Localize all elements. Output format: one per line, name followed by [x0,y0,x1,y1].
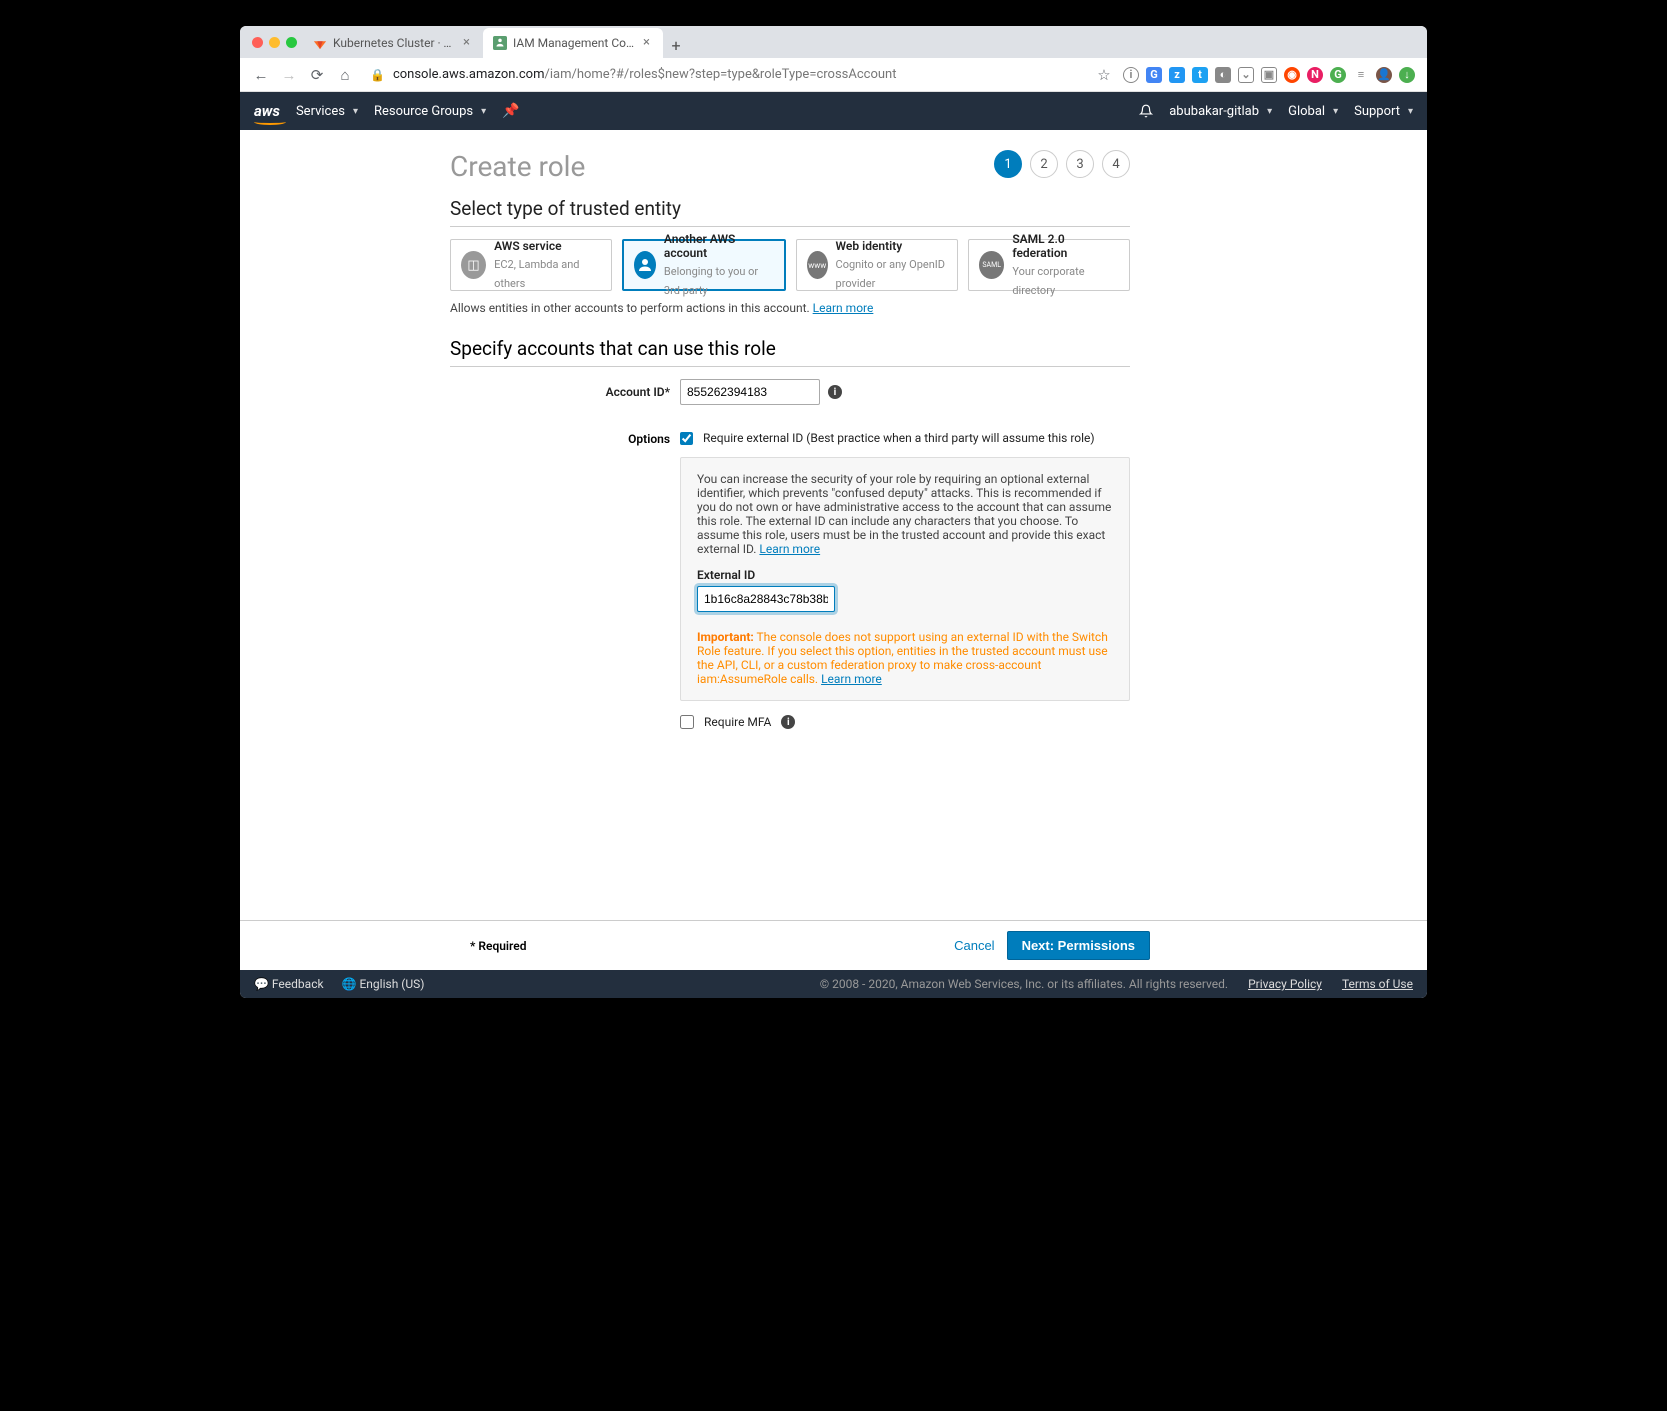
account-id-input[interactable] [680,379,820,405]
aws-top-nav: aws Services Resource Groups 📌 abubakar-… [240,92,1427,130]
new-tab-button[interactable]: + [663,32,689,58]
home-button[interactable]: ⌂ [336,66,354,84]
gitlab-icon [313,36,327,50]
external-id-label: External ID [697,568,1113,582]
entity-another-account[interactable]: Another AWS account Belonging to you or … [622,239,786,291]
language-menu[interactable]: 🌐 English (US) [342,977,425,991]
support-menu[interactable]: Support [1354,104,1413,119]
cancel-button[interactable]: Cancel [954,938,994,953]
feedback-link[interactable]: 💬 Feedback [254,977,324,991]
browser-toolbar: ← → ⟳ ⌂ 🔒 console.aws.amazon.com/iam/hom… [240,58,1427,92]
step-3[interactable]: 3 [1066,150,1094,178]
aws-footer: 💬 Feedback 🌐 English (US) © 2008 - 2020,… [240,970,1427,998]
external-id-checkbox[interactable] [680,432,693,445]
ext-icon[interactable]: G [1146,67,1162,83]
star-icon[interactable]: ☆ [1095,66,1113,84]
notifications-icon[interactable] [1139,104,1153,118]
learn-more-link[interactable]: Learn more [813,301,874,315]
mfa-checkbox[interactable] [680,715,694,729]
section-title-entity: Select type of trusted entity [450,197,1130,220]
pocket-ext-icon[interactable]: ⌄ [1238,67,1254,83]
learn-more-link[interactable]: Learn more [759,542,820,556]
forward-button[interactable]: → [280,66,298,84]
entity-title: Web identity [836,239,947,253]
entity-saml[interactable]: SAML SAML 2.0 federation Your corporate … [968,239,1130,291]
aws-logo[interactable]: aws [254,102,280,120]
iam-icon [493,36,507,50]
entity-title: SAML 2.0 federation [1012,232,1119,260]
entity-title: AWS service [494,239,601,253]
ext-icon[interactable]: ◐ [1215,67,1231,83]
account-id-label: Account ID* [450,385,680,399]
browser-tabbar: Kubernetes Cluster · TE Demos × IAM Mana… [240,26,1427,58]
required-note: * Required [470,939,526,953]
cube-icon: ◫ [461,251,486,279]
entity-subtitle: Belonging to you or 3rd party [664,265,758,297]
step-4[interactable]: 4 [1102,150,1130,178]
important-notice: Important: The console does not support … [697,630,1113,686]
options-label: Options [450,431,680,446]
step-1[interactable]: 1 [994,150,1022,178]
ext-icon[interactable]: ↓ [1399,67,1415,83]
privacy-link[interactable]: Privacy Policy [1248,977,1322,991]
tab-title: IAM Management Console [513,36,637,50]
browser-tab-gitlab[interactable]: Kubernetes Cluster · TE Demos × [303,28,483,58]
mfa-option[interactable]: Require MFA i [680,715,1130,729]
section-title-accounts: Specify accounts that can use this role [450,337,1130,360]
address-bar[interactable]: 🔒 console.aws.amazon.com/iam/home?#/role… [364,67,1085,82]
services-menu[interactable]: Services [296,104,358,119]
back-button[interactable]: ← [252,66,270,84]
avatar-icon[interactable]: 👤 [1376,67,1392,83]
user-icon [634,251,656,279]
next-button[interactable]: Next: Permissions [1007,931,1150,960]
account-menu[interactable]: abubakar-gitlab [1169,104,1272,119]
ext-icon[interactable]: z [1169,67,1185,83]
tab-title: Kubernetes Cluster · TE Demos [333,36,457,50]
close-icon[interactable]: × [643,38,653,48]
ext-icon[interactable]: ▣ [1261,67,1277,83]
browser-tab-iam[interactable]: IAM Management Console × [483,28,663,58]
wizard-steps: 1 2 3 4 [994,150,1130,178]
ext-icon[interactable]: N [1307,67,1323,83]
entity-subtitle: EC2, Lambda and others [494,258,579,290]
external-id-input[interactable] [697,586,835,612]
entity-subtitle: Your corporate directory [1012,265,1084,297]
extension-icons: i G z t ◐ ⌄ ▣ ◉ N G ≡ 👤 ↓ [1123,67,1415,83]
info-icon[interactable]: i [828,385,842,399]
copyright: © 2008 - 2020, Amazon Web Services, Inc.… [820,977,1228,991]
window-close[interactable] [252,37,263,48]
page-title: Create role [450,150,585,183]
terms-link[interactable]: Terms of Use [1342,977,1413,991]
ext-icon[interactable]: G [1330,67,1346,83]
pin-icon[interactable]: 📌 [502,103,519,119]
entity-aws-service[interactable]: ◫ AWS service EC2, Lambda and others [450,239,612,291]
entity-hint: Allows entities in other accounts to per… [450,301,1130,315]
entity-subtitle: Cognito or any OpenID provider [836,258,945,290]
twitter-ext-icon[interactable]: t [1192,67,1208,83]
resource-groups-menu[interactable]: Resource Groups [374,104,486,119]
learn-more-link[interactable]: Learn more [821,672,882,686]
step-2[interactable]: 2 [1030,150,1058,178]
window-minimize[interactable] [269,37,280,48]
ext-icon[interactable]: ◉ [1284,67,1300,83]
page-content: Create role 1 2 3 4 Select type of trust… [240,130,1427,920]
wizard-footer: * Required Cancel Next: Permissions [240,920,1427,970]
close-icon[interactable]: × [463,38,473,48]
lock-icon: 🔒 [370,68,385,82]
external-id-option[interactable]: Require external ID (Best practice when … [680,431,1130,445]
entity-web-identity[interactable]: www Web identity Cognito or any OpenID p… [796,239,958,291]
external-id-panel: You can increase the security of your ro… [680,457,1130,701]
globe-icon: www [807,251,828,279]
window-maximize[interactable] [286,37,297,48]
saml-icon: SAML [979,251,1004,279]
info-ext-icon[interactable]: i [1123,67,1139,83]
region-menu[interactable]: Global [1288,104,1338,119]
reload-button[interactable]: ⟳ [308,66,326,84]
overflow-ext-icon[interactable]: ≡ [1353,67,1369,83]
entity-title: Another AWS account [664,232,774,260]
info-icon[interactable]: i [781,715,795,729]
